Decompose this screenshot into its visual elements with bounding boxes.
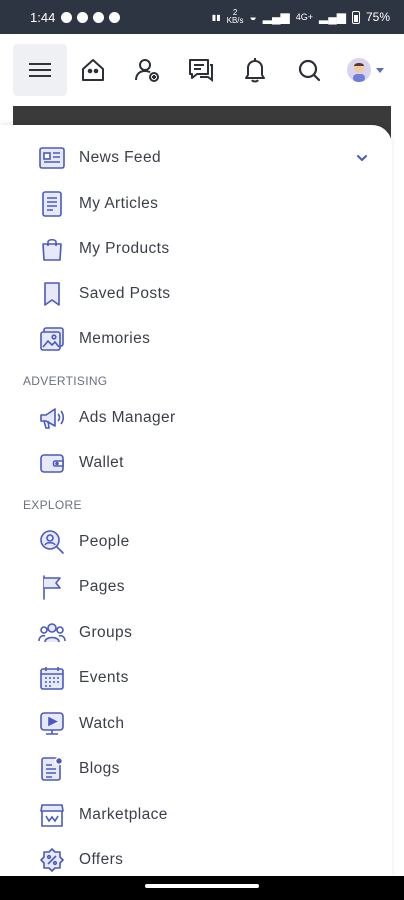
system-navigation-bar bbox=[0, 876, 404, 900]
menu-item-ads-manager[interactable]: Ads Manager bbox=[0, 396, 392, 440]
menu-item-watch[interactable]: Watch bbox=[0, 702, 392, 746]
bookmark-icon bbox=[38, 280, 66, 308]
watch-icon bbox=[38, 710, 66, 738]
search-icon bbox=[298, 59, 321, 82]
home-button[interactable] bbox=[73, 50, 113, 90]
search-button[interactable] bbox=[289, 50, 329, 90]
battery-icon bbox=[351, 10, 360, 24]
section-title-explore: EXPLORE bbox=[23, 498, 82, 512]
flag-icon bbox=[38, 573, 66, 601]
menu-item-label: Pages bbox=[79, 578, 125, 595]
messages-icon bbox=[189, 59, 213, 82]
status-time: 1:44 bbox=[30, 9, 56, 25]
memories-icon bbox=[38, 325, 66, 353]
home-icon bbox=[82, 59, 104, 81]
menu-item-saved-posts[interactable]: Saved Posts bbox=[0, 272, 392, 316]
volte-icon: ▮▮ bbox=[211, 12, 221, 22]
messages-button[interactable] bbox=[181, 50, 221, 90]
menu-item-label: Ads Manager bbox=[79, 409, 176, 426]
menu-item-events[interactable]: Events bbox=[0, 656, 392, 700]
signal-2-icon: ▂▄▆ bbox=[319, 10, 346, 24]
menu-item-label: News Feed bbox=[79, 149, 161, 166]
app-icon bbox=[109, 11, 121, 23]
avatar-icon bbox=[347, 58, 371, 82]
menu-item-memories[interactable]: Memories bbox=[0, 317, 392, 361]
calendar-icon bbox=[38, 664, 66, 692]
menu-item-my-products[interactable]: My Products bbox=[0, 227, 392, 271]
menu-item-news-feed[interactable]: News Feed bbox=[0, 136, 392, 180]
heart-icon bbox=[61, 11, 73, 23]
notification-icons bbox=[61, 11, 121, 23]
menu-item-label: Groups bbox=[79, 624, 133, 641]
add-friend-icon bbox=[135, 59, 159, 82]
menu-item-pages[interactable]: Pages bbox=[0, 565, 392, 609]
wallet-icon bbox=[38, 449, 66, 477]
top-navigation bbox=[0, 34, 404, 106]
notifications-button[interactable] bbox=[235, 50, 275, 90]
side-drawer: News Feed My Articles My Products Saved … bbox=[0, 125, 392, 885]
menu-item-label: People bbox=[79, 533, 130, 550]
menu-item-label: Wallet bbox=[79, 454, 124, 471]
notifications-icon bbox=[245, 58, 265, 83]
menu-item-marketplace[interactable]: Marketplace bbox=[0, 793, 392, 837]
add-friend-button[interactable] bbox=[127, 50, 167, 90]
news-feed-icon bbox=[38, 144, 66, 172]
articles-icon bbox=[38, 190, 66, 218]
menu-item-people[interactable]: People bbox=[0, 520, 392, 564]
megaphone-icon bbox=[38, 404, 66, 432]
menu-item-wallet[interactable]: Wallet bbox=[0, 441, 392, 485]
menu-button[interactable] bbox=[13, 44, 67, 96]
people-icon bbox=[38, 528, 66, 556]
chevron-down-icon bbox=[376, 67, 384, 73]
menu-item-label: Marketplace bbox=[79, 806, 168, 823]
menu-item-label: My Articles bbox=[79, 195, 159, 212]
data-saver-icon: ◒ bbox=[249, 10, 257, 24]
marketplace-icon bbox=[38, 801, 66, 829]
signal-icon: ▂▄▆ bbox=[262, 10, 290, 24]
menu-item-blogs[interactable]: Blogs bbox=[0, 747, 392, 791]
battery-percent: 75% bbox=[365, 10, 390, 24]
network-type: 4G+ bbox=[295, 12, 313, 22]
menu-item-label: Watch bbox=[79, 715, 125, 732]
network-speed: 2 KB/s bbox=[226, 8, 244, 25]
facebook-icon bbox=[93, 11, 105, 23]
menu-item-my-articles[interactable]: My Articles bbox=[0, 182, 392, 226]
menu-item-label: Offers bbox=[79, 851, 124, 868]
menu-item-label: My Products bbox=[79, 240, 170, 257]
hamburger-icon bbox=[29, 63, 51, 77]
offers-icon bbox=[38, 846, 66, 874]
notification-icon bbox=[77, 11, 89, 23]
section-title-advertising: ADVERTISING bbox=[23, 374, 108, 388]
chevron-down-icon[interactable] bbox=[355, 151, 369, 165]
products-icon bbox=[38, 235, 66, 263]
profile-menu[interactable] bbox=[347, 58, 384, 82]
menu-item-label: Saved Posts bbox=[79, 285, 171, 302]
blogs-icon bbox=[38, 755, 66, 783]
status-bar: 1:44 ▮▮ 2 KB/s ◒ ▂▄▆ 4G+ ▂▄▆ 75% bbox=[0, 0, 404, 34]
groups-icon bbox=[38, 619, 66, 647]
home-indicator[interactable] bbox=[145, 884, 259, 888]
menu-item-label: Blogs bbox=[79, 760, 120, 777]
menu-item-label: Events bbox=[79, 669, 129, 686]
menu-item-label: Memories bbox=[79, 330, 151, 347]
menu-item-groups[interactable]: Groups bbox=[0, 611, 392, 655]
